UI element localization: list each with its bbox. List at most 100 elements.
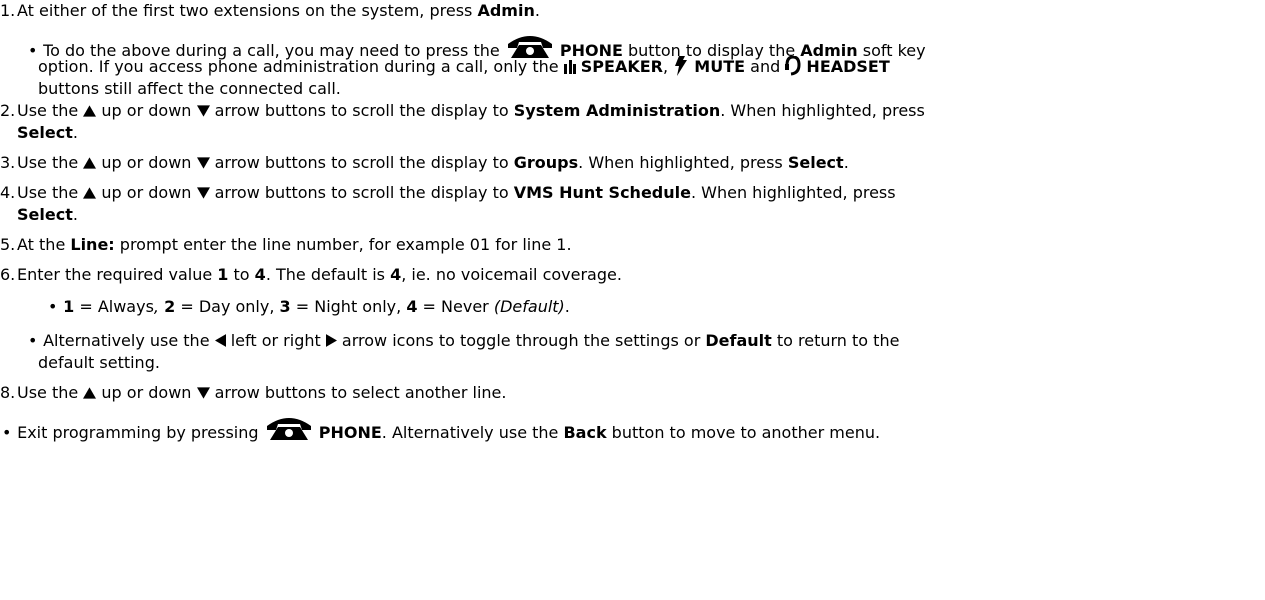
- default-value: 4: [390, 265, 402, 284]
- note-text: to return to the: [771, 331, 900, 350]
- option-value-2: 2: [164, 297, 176, 316]
- step-number: 5.: [0, 235, 16, 254]
- note-text: buttons still affect the connected call.: [38, 79, 341, 98]
- default-key-label: Default: [705, 331, 772, 350]
- select-key-label: Select: [17, 123, 73, 142]
- select-key-label: Select: [17, 205, 73, 224]
- step-2-continued: Select.: [17, 122, 78, 144]
- note-text: Alternatively use the: [43, 331, 215, 350]
- phone-button-label: PHONE: [318, 423, 382, 442]
- note-text: and: [745, 57, 786, 76]
- mute-button-label: MUTE: [694, 57, 746, 76]
- right-arrow-icon: [326, 334, 337, 347]
- step-text: . When highlighted, press: [690, 183, 896, 202]
- option-text-end: .: [564, 297, 570, 316]
- default-label: (Default): [493, 297, 565, 316]
- step-text: up or down: [96, 153, 197, 172]
- up-arrow-icon: [83, 187, 96, 199]
- note-text: option. If you access phone administrati…: [38, 57, 564, 76]
- up-arrow-icon: [83, 105, 96, 117]
- step-text: Use the: [17, 101, 84, 120]
- step-text-end: .: [72, 205, 78, 224]
- bullet-dot: •: [28, 331, 38, 350]
- bullet-dot: •: [28, 41, 38, 60]
- step-text: , ie. no voicemail coverage.: [401, 265, 622, 284]
- option-value-3: 3: [279, 297, 291, 316]
- value-max: 4: [254, 265, 266, 284]
- headset-icon: [785, 56, 801, 76]
- step-number: 2.: [0, 101, 16, 120]
- step-text: to: [228, 265, 255, 284]
- down-arrow-icon: [197, 105, 210, 117]
- step-text: At either of the first two extensions on…: [17, 1, 478, 20]
- menu-option-label: System Administration: [513, 101, 721, 120]
- admin-key-label: Admin: [477, 1, 535, 20]
- note-text: left or right: [225, 331, 326, 350]
- mute-icon: [675, 56, 688, 76]
- step-text: Enter the required value: [17, 265, 218, 284]
- up-arrow-icon: [83, 387, 96, 399]
- step-text: . The default is: [265, 265, 391, 284]
- speaker-button-label: SPEAKER: [580, 57, 663, 76]
- option-text: = Day only,: [175, 297, 280, 316]
- step-text-end: .: [534, 1, 540, 20]
- down-arrow-icon: [197, 387, 210, 399]
- step-text: arrow buttons to scroll the display to: [209, 101, 514, 120]
- value-min: 1: [217, 265, 229, 284]
- option-value-1: 1: [63, 297, 75, 316]
- speaker-icon: [563, 60, 576, 74]
- note-text: . Alternatively use the: [381, 423, 564, 442]
- step-3: 3. Use the up or down arrow buttons to sc…: [0, 152, 849, 174]
- note-bullet-line-2: option. If you access phone administrati…: [38, 56, 890, 78]
- step-text: up or down: [96, 101, 197, 120]
- option-separator: ,: [153, 297, 159, 316]
- bullet-dot: •: [48, 297, 58, 316]
- step-text: arrow buttons to scroll the display to: [209, 153, 514, 172]
- exit-bullet: • Exit programming by pressing PHONE. Al…: [2, 412, 880, 444]
- down-arrow-icon: [197, 187, 210, 199]
- option-text: = Always: [74, 297, 154, 316]
- step-2: 2. Use the up or down arrow buttons to sc…: [0, 100, 925, 122]
- bullet-dot: •: [2, 423, 12, 442]
- step-number: 8.: [0, 383, 16, 402]
- phone-icon: [264, 412, 314, 442]
- instructions-document: 1. At either of the first two extensions …: [0, 0, 1265, 600]
- step-text: arrow buttons to select another line.: [209, 383, 507, 402]
- step-text: Use the: [17, 183, 84, 202]
- step-4: 4. Use the up or down arrow buttons to sc…: [0, 182, 896, 204]
- step-text-end: .: [72, 123, 78, 142]
- note-text: Exit programming by pressing: [17, 423, 264, 442]
- note-text: button to move to another menu.: [606, 423, 881, 442]
- step-number: 3.: [0, 153, 16, 172]
- note-text: arrow icons to toggle through the settin…: [336, 331, 706, 350]
- note-text: default setting.: [38, 353, 160, 372]
- step-6: 6. Enter the required value 1 to 4. The d…: [0, 264, 622, 286]
- alternative-bullet-line-1: • Alternatively use the left or right ar…: [28, 330, 899, 352]
- step-number: 6.: [0, 265, 16, 284]
- step-text: . When highlighted, press: [720, 101, 925, 120]
- option-text: = Never: [417, 297, 494, 316]
- step-text: Use the: [17, 153, 84, 172]
- menu-option-label: Groups: [513, 153, 579, 172]
- headset-button-label: HEADSET: [806, 57, 890, 76]
- step-text: At the: [17, 235, 71, 254]
- step-8: 8. Use the up or down arrow buttons to se…: [0, 382, 506, 404]
- step-5: 5. At the Line: prompt enter the line num…: [0, 234, 572, 256]
- down-arrow-icon: [197, 157, 210, 169]
- step-text-end: .: [843, 153, 849, 172]
- step-text: Use the: [17, 383, 84, 402]
- step-4-continued: Select.: [17, 204, 78, 226]
- back-button-label: Back: [563, 423, 607, 442]
- step-text: . When highlighted, press: [578, 153, 788, 172]
- step-text: up or down: [96, 183, 197, 202]
- up-arrow-icon: [83, 157, 96, 169]
- note-text: ,: [663, 57, 669, 76]
- value-options-bullet: • 1 = Always, 2 = Day only, 3 = Night on…: [48, 296, 570, 318]
- select-key-label: Select: [787, 153, 844, 172]
- note-bullet-line-3: buttons still affect the connected call.: [38, 78, 341, 100]
- step-text: prompt enter the line number, for exampl…: [114, 235, 572, 254]
- step-number: 4.: [0, 183, 16, 202]
- option-value-4: 4: [406, 297, 418, 316]
- left-arrow-icon: [215, 334, 226, 347]
- menu-option-label: VMS Hunt Schedule: [513, 183, 691, 202]
